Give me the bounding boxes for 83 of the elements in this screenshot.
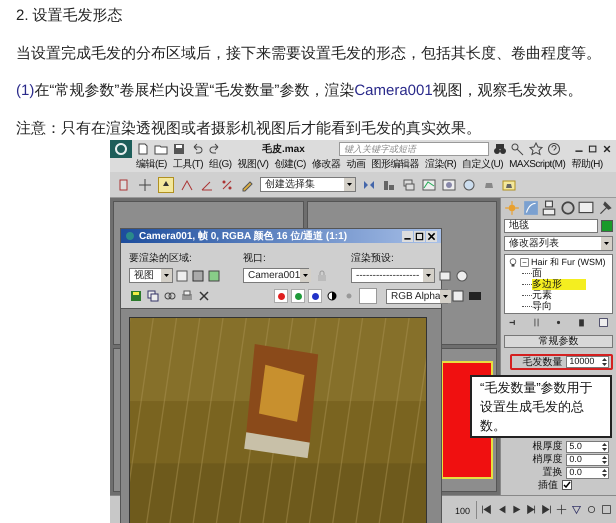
parameter-label: 根厚度 (531, 440, 562, 454)
parameter-spinner[interactable]: 0.0 (566, 466, 609, 478)
channel-toggle[interactable] (308, 289, 322, 303)
hierarchy-icon[interactable] (541, 200, 558, 216)
sub-object-item[interactable]: 导向 (532, 301, 576, 312)
percent-snap-icon[interactable] (220, 178, 234, 192)
menu-item[interactable]: 编辑(E) (136, 158, 167, 172)
parameter-label: 置换 (541, 466, 562, 480)
sub-object-item[interactable]: 元素 (532, 290, 576, 301)
menu-item[interactable]: 创建(C) (274, 158, 306, 172)
minimize-icon[interactable] (402, 230, 413, 242)
parameter-label: 梢厚度 (531, 452, 562, 466)
menu-item[interactable]: 工具(T) (172, 158, 204, 172)
modifier-list-dropdown[interactable]: 修改器列表 (504, 236, 613, 251)
print-icon[interactable] (180, 289, 194, 303)
paragraph: 当设置完成毛发的分布区域后，接下来需要设置毛发的形态，包括其长度、卷曲程度等。 (16, 44, 600, 64)
clear-icon[interactable] (197, 289, 211, 303)
layers-icon[interactable] (402, 178, 416, 192)
search-field[interactable]: 键入关键字或短语 (338, 142, 489, 156)
caret-icon (344, 178, 355, 191)
light-bulb-icon[interactable] (508, 258, 518, 268)
star-icon[interactable] (528, 142, 543, 156)
viewport-label: 视口: (243, 252, 267, 266)
menu-item[interactable]: MAXScript(M) (509, 158, 566, 172)
caret-icon (300, 269, 312, 282)
parameter-label: 毛发数量 (521, 356, 562, 370)
contrast-icon[interactable] (325, 289, 339, 303)
timeline-end-label: 100 (454, 505, 470, 518)
menu-item[interactable]: 自定义(U) (462, 158, 504, 172)
new-file-icon[interactable] (136, 142, 150, 156)
menu-item[interactable]: 修改器 (312, 158, 340, 172)
save-icon[interactable] (172, 142, 186, 156)
next-frame-icon[interactable] (526, 504, 537, 515)
caret-icon (601, 237, 612, 250)
paragraph: 注意：只有在渲染透视图或者摄影机视图后才能看到毛发的真实效果。 (16, 118, 482, 138)
menu-item[interactable]: 组(G) (209, 158, 232, 172)
interpolate-checkbox[interactable] (562, 480, 572, 490)
channel-toggle[interactable] (274, 289, 288, 303)
sub-object-item[interactable]: 面 (532, 268, 566, 279)
render-preset-dropdown[interactable]: ------------------- (351, 268, 435, 283)
curve-editor-icon[interactable] (422, 178, 436, 192)
object-name-field[interactable]: 地毯 (504, 219, 598, 233)
copy-icon[interactable] (146, 289, 160, 303)
menu-item[interactable]: 动画 (346, 158, 366, 172)
file-title: 毛皮.max (262, 142, 305, 156)
render-area-dropdown[interactable]: 视图 (129, 268, 173, 283)
modifier-item[interactable]: Hair 和 Fur (WSM) (531, 257, 606, 268)
callout: “毛发数量”参数用于设置生成毛发的总数。 (470, 375, 612, 438)
menu-item[interactable]: 图形编辑器 (371, 158, 419, 172)
caret-icon (161, 269, 172, 282)
app-logo-icon[interactable] (110, 140, 132, 158)
color-swatch[interactable] (359, 288, 377, 304)
viewport-dropdown[interactable]: Camera001 (243, 268, 309, 283)
parameter-spinner[interactable]: 5.0 (566, 440, 609, 452)
collapse-icon[interactable] (520, 258, 529, 267)
section-heading: 2. 设置毛发形态 (16, 6, 124, 26)
render-window-title: Camera001, 帧 0, RGBA 颜色 16 位/通道 (1:1) (139, 230, 348, 244)
channel-dropdown[interactable]: RGB Alpha (386, 288, 448, 304)
caret-icon (423, 269, 434, 282)
maximize-icon[interactable] (414, 230, 425, 242)
binoculars-icon[interactable] (492, 142, 507, 156)
sub-object-item[interactable]: 多边形 (532, 279, 586, 290)
selection-set-dropdown[interactable]: 创建选择集 (260, 177, 356, 192)
menu-item[interactable]: 帮助(H) (571, 158, 603, 172)
save-icon[interactable] (129, 289, 143, 303)
render-area-label: 要渲染的区域: (129, 252, 193, 266)
close-icon[interactable] (426, 230, 437, 242)
timeline-track[interactable]: 100 (443, 500, 477, 518)
render-preset-label: 渲染预设: (351, 252, 395, 266)
go-to-start-icon[interactable] (481, 504, 492, 515)
checkbox-label: 插值 (538, 478, 558, 492)
menu-item[interactable]: 视图(V) (238, 158, 268, 172)
help-icon[interactable] (546, 142, 561, 156)
channel-toggle[interactable] (291, 289, 305, 303)
go-to-end-icon[interactable] (541, 504, 552, 515)
play-icon[interactable] (511, 504, 522, 515)
app-logo-icon (125, 231, 135, 241)
object-color-swatch[interactable] (601, 220, 613, 232)
parameter-spinner[interactable]: 10000 (566, 356, 609, 368)
parameter-spinner[interactable]: 0.0 (566, 454, 609, 466)
paragraph: (1)在“常规参数”卷展栏内设置“毛发数量”参数，渲染Camera001视图，观察毛发效果。 (16, 81, 584, 101)
menu-item[interactable]: 渲染(R) (424, 158, 456, 172)
rollout-header[interactable]: 常规参数 (504, 335, 613, 348)
